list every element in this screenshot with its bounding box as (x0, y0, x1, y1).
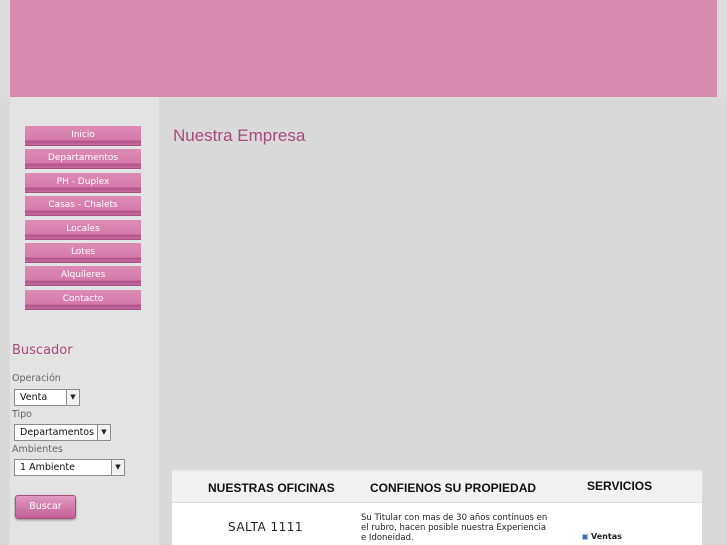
tipo-label: Tipo (12, 409, 32, 420)
ambientes-value: 1 Ambiente (20, 462, 75, 473)
nav-item-departamentos[interactable]: Departamentos (25, 149, 141, 170)
bullet-icon (582, 533, 588, 540)
operacion-value: Venta (20, 392, 48, 403)
main-content: Nuestra Empresa NUESTRAS OFICINAS CONFIE… (159, 97, 717, 545)
nav-item-lotes[interactable]: Lotes (25, 242, 141, 263)
ambientes-label: Ambientes (12, 444, 63, 455)
nav-item-casas-chalets[interactable]: Casas - Chalets (25, 196, 141, 217)
info-panel: NUESTRAS OFICINAS CONFIENOS SU PROPIEDAD… (172, 470, 702, 545)
property-description: Su Titular con mas de 30 años continuos … (361, 513, 548, 543)
header (0, 0, 727, 97)
tipo-value: Departamentos (20, 427, 95, 438)
main-nav: Inicio Departamentos PH - Duplex Casas -… (25, 126, 141, 313)
nav-item-alquileres[interactable]: Alquileres (25, 266, 141, 287)
chevron-down-icon[interactable]: ▼ (111, 460, 124, 475)
nav-item-contacto[interactable]: Contacto (25, 289, 141, 310)
info-header: NUESTRAS OFICINAS CONFIENOS SU PROPIEDAD… (172, 472, 702, 503)
office-address: SALTA 1111 (228, 520, 304, 534)
chevron-down-icon[interactable]: ▼ (66, 390, 79, 405)
header-banner (10, 0, 717, 97)
chevron-down-icon[interactable]: ▼ (97, 425, 110, 440)
tipo-select[interactable]: Departamentos ▼ (14, 424, 111, 441)
offices-heading: NUESTRAS OFICINAS (208, 481, 335, 495)
nav-item-inicio[interactable]: Inicio (25, 126, 141, 146)
nav-item-locales[interactable]: Locales (25, 219, 141, 240)
nav-item-ph-duplex[interactable]: PH - Duplex (25, 172, 141, 193)
property-heading: CONFIENOS SU PROPIEDAD (370, 481, 537, 495)
operacion-label: Operación (12, 373, 61, 384)
sidebar: Inicio Departamentos PH - Duplex Casas -… (10, 97, 159, 545)
service-item: Ventas (582, 532, 622, 541)
search-title: Buscador (12, 343, 73, 358)
page-title: Nuestra Empresa (173, 126, 306, 145)
services-heading: SERVICIOS (587, 479, 653, 493)
search-button[interactable]: Buscar (15, 495, 76, 519)
ambientes-select[interactable]: 1 Ambiente ▼ (14, 459, 125, 476)
service-label: Ventas (591, 532, 622, 541)
operacion-select[interactable]: Venta ▼ (14, 389, 80, 406)
